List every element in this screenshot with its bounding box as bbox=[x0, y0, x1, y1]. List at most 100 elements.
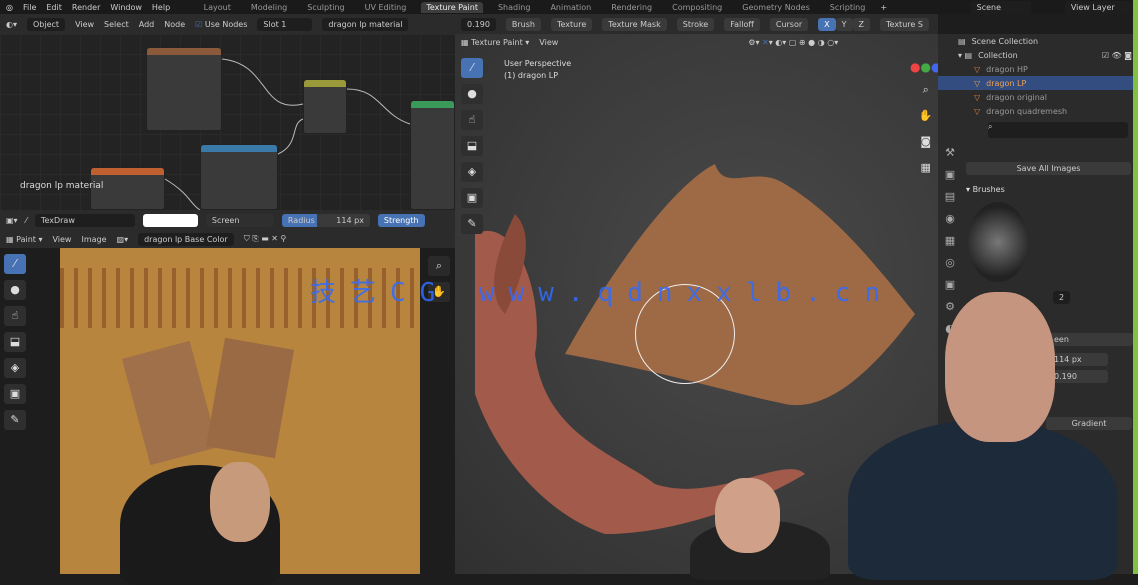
draw-brush-icon[interactable]: ⁄ bbox=[461, 58, 483, 78]
symmetry-axes[interactable]: XYZ bbox=[818, 17, 871, 31]
strength-field[interactable]: 0.190 bbox=[1048, 370, 1108, 383]
slot-dropdown[interactable]: Slot 1 bbox=[257, 17, 313, 31]
grid-icon[interactable]: ▦ bbox=[915, 158, 937, 178]
soften-icon[interactable]: ● bbox=[4, 280, 26, 300]
blend-dropdown[interactable]: een bbox=[1048, 333, 1133, 346]
use-nodes-checkbox[interactable]: ☑ Use Nodes bbox=[195, 20, 247, 29]
draw-brush-icon[interactable]: ⁄ bbox=[4, 254, 26, 274]
wing-uv-island bbox=[205, 337, 295, 459]
menu-render[interactable]: Render bbox=[72, 3, 100, 12]
brushes-panel-header[interactable]: ▾ Brushes bbox=[966, 185, 1005, 194]
webcam-face-1 bbox=[210, 462, 270, 542]
node-editor-header: ◐▾ Object View Select Add Node ☑ Use Nod… bbox=[0, 14, 455, 34]
tab-geometry-nodes[interactable]: Geometry Nodes bbox=[737, 2, 814, 13]
menu-edit[interactable]: Edit bbox=[46, 3, 62, 12]
scene-selector[interactable]: Scene bbox=[970, 0, 1031, 14]
brush-users-count: 2 bbox=[1053, 291, 1071, 304]
brush-name-field[interactable]: TexDraw bbox=[34, 213, 135, 227]
tool-icon[interactable]: ▣▾ bbox=[6, 216, 18, 225]
image-name-field[interactable]: dragon lp Base Color bbox=[138, 232, 234, 246]
tab-rendering[interactable]: Rendering bbox=[606, 2, 657, 13]
viewport-overlay-text: User Perspective (1) dragon LP bbox=[504, 58, 571, 82]
strength-field[interactable]: 0.190 bbox=[461, 17, 496, 31]
tab-layout[interactable]: Layout bbox=[199, 2, 236, 13]
menu-file[interactable]: File bbox=[23, 3, 36, 12]
viewport-tool-header: 0.190 Brush Texture Texture Mask Stroke … bbox=[455, 14, 938, 34]
annotate-icon[interactable]: ✎ bbox=[461, 214, 483, 234]
menu-select[interactable]: Select bbox=[104, 20, 129, 29]
menu-image[interactable]: Image bbox=[81, 235, 106, 244]
menu-add[interactable]: Add bbox=[139, 20, 155, 29]
radius-field[interactable]: 114 px bbox=[1048, 353, 1108, 366]
brush-dropdown[interactable]: Brush bbox=[505, 17, 541, 31]
zoom-icon[interactable]: ⌕ bbox=[915, 80, 937, 100]
properties-search-field[interactable]: ⌕ bbox=[988, 122, 1128, 138]
annotate-icon[interactable]: ✎ bbox=[4, 410, 26, 430]
menu-window[interactable]: Window bbox=[110, 3, 142, 12]
image-toolbar: ⁄ ● ☝ ⬓ ◈ ▣ ✎ bbox=[4, 254, 26, 430]
menu-node[interactable]: Node bbox=[164, 20, 185, 29]
brush-icon[interactable]: ⁄ bbox=[26, 216, 27, 225]
menu-view[interactable]: View bbox=[75, 20, 94, 29]
axis-gizmo-icon[interactable]: ●●● bbox=[910, 60, 941, 74]
clone-icon[interactable]: ⬓ bbox=[461, 136, 483, 156]
outliner-item[interactable]: ▽ dragon HP bbox=[938, 62, 1138, 76]
tab-compositing[interactable]: Compositing bbox=[667, 2, 727, 13]
outliner-scene-collection[interactable]: ▤ Scene Collection bbox=[938, 34, 1138, 48]
menu-help[interactable]: Help bbox=[152, 3, 170, 12]
radius-slider[interactable]: Radius 114 px bbox=[281, 213, 370, 227]
texture-mask-dropdown[interactable]: Texture Mask bbox=[602, 17, 667, 31]
material-selector[interactable]: dragon lp material bbox=[322, 17, 409, 31]
save-all-images-button[interactable]: Save All Images bbox=[966, 162, 1131, 175]
smear-icon[interactable]: ☝ bbox=[461, 110, 483, 130]
strength-slider[interactable]: Strength bbox=[377, 213, 425, 227]
mask-icon[interactable]: ▣ bbox=[461, 188, 483, 208]
brush-preview[interactable] bbox=[968, 202, 1028, 282]
gradient-button[interactable]: Gradient bbox=[1046, 417, 1132, 430]
viewport-shading-icons[interactable]: ⚙▾ ✕▾ ◐▾ ▢ ⊕ ● ◑ ○▾ bbox=[748, 38, 838, 47]
add-workspace-button[interactable]: + bbox=[880, 3, 887, 12]
outliner-item[interactable]: ▽ dragon original bbox=[938, 90, 1138, 104]
active-object-label: (1) dragon LP bbox=[504, 71, 559, 80]
image-actions-icons[interactable]: ⛉ ⎘ ▬ ✕ ⚲ bbox=[244, 234, 287, 244]
node-editor-canvas[interactable]: dragon lp material bbox=[0, 34, 455, 210]
fill-icon[interactable]: ◈ bbox=[461, 162, 483, 182]
tab-scripting[interactable]: Scripting bbox=[825, 2, 871, 13]
outliner-collection[interactable]: ▾ ▤ Collection ☑ 👁 ◙ bbox=[938, 48, 1138, 62]
texture-dropdown[interactable]: Texture bbox=[551, 17, 593, 31]
stroke-dropdown[interactable]: Stroke bbox=[676, 17, 715, 31]
mask-icon[interactable]: ▣ bbox=[4, 384, 26, 404]
outliner-item-selected[interactable]: ▽ dragon LP bbox=[938, 76, 1138, 90]
color-swatch[interactable] bbox=[142, 213, 198, 227]
editor-type-icon[interactable]: ◐▾ bbox=[6, 20, 17, 29]
tab-animation[interactable]: Animation bbox=[545, 2, 596, 13]
tab-uv-editing[interactable]: UV Editing bbox=[360, 2, 412, 13]
tab-sculpting[interactable]: Sculpting bbox=[302, 2, 349, 13]
webcam-person-3 bbox=[848, 420, 1118, 580]
texture-slots-dropdown[interactable]: Texture S bbox=[880, 17, 929, 31]
tab-texture-paint[interactable]: Texture Paint bbox=[421, 1, 483, 13]
tab-shading[interactable]: Shading bbox=[493, 2, 536, 13]
tab-modeling[interactable]: Modeling bbox=[246, 2, 292, 13]
blend-mode-dropdown[interactable]: Screen bbox=[205, 213, 274, 227]
pan-hand-icon[interactable]: ✋ bbox=[915, 106, 937, 126]
clone-icon[interactable]: ⬓ bbox=[4, 332, 26, 352]
soften-icon[interactable]: ● bbox=[461, 84, 483, 104]
webcam-face-3 bbox=[945, 292, 1055, 442]
fill-icon[interactable]: ◈ bbox=[4, 358, 26, 378]
smear-icon[interactable]: ☝ bbox=[4, 306, 26, 326]
mode-dropdown[interactable]: ▦ Texture Paint ▾ bbox=[461, 38, 529, 47]
menu-view-viewport[interactable]: View bbox=[539, 38, 558, 47]
material-label: dragon lp material bbox=[20, 181, 104, 191]
falloff-dropdown[interactable]: Falloff bbox=[724, 17, 760, 31]
camera-icon[interactable]: ◙ bbox=[915, 132, 937, 152]
object-mode-dropdown[interactable]: Object bbox=[27, 17, 66, 31]
outliner-item[interactable]: ▽ dragon quadremesh bbox=[938, 104, 1138, 118]
cursor-dropdown[interactable]: Cursor bbox=[769, 17, 809, 31]
perspective-label: User Perspective bbox=[504, 59, 572, 68]
view-layer-selector[interactable]: View Layer bbox=[1064, 0, 1132, 14]
blender-logo-icon[interactable]: ◎ bbox=[6, 3, 13, 12]
menu-view-image[interactable]: View bbox=[52, 235, 71, 244]
paint-mode-dropdown[interactable]: ▦ Paint ▾ bbox=[6, 235, 42, 244]
image-browse-icon[interactable]: ▨▾ bbox=[117, 235, 129, 244]
